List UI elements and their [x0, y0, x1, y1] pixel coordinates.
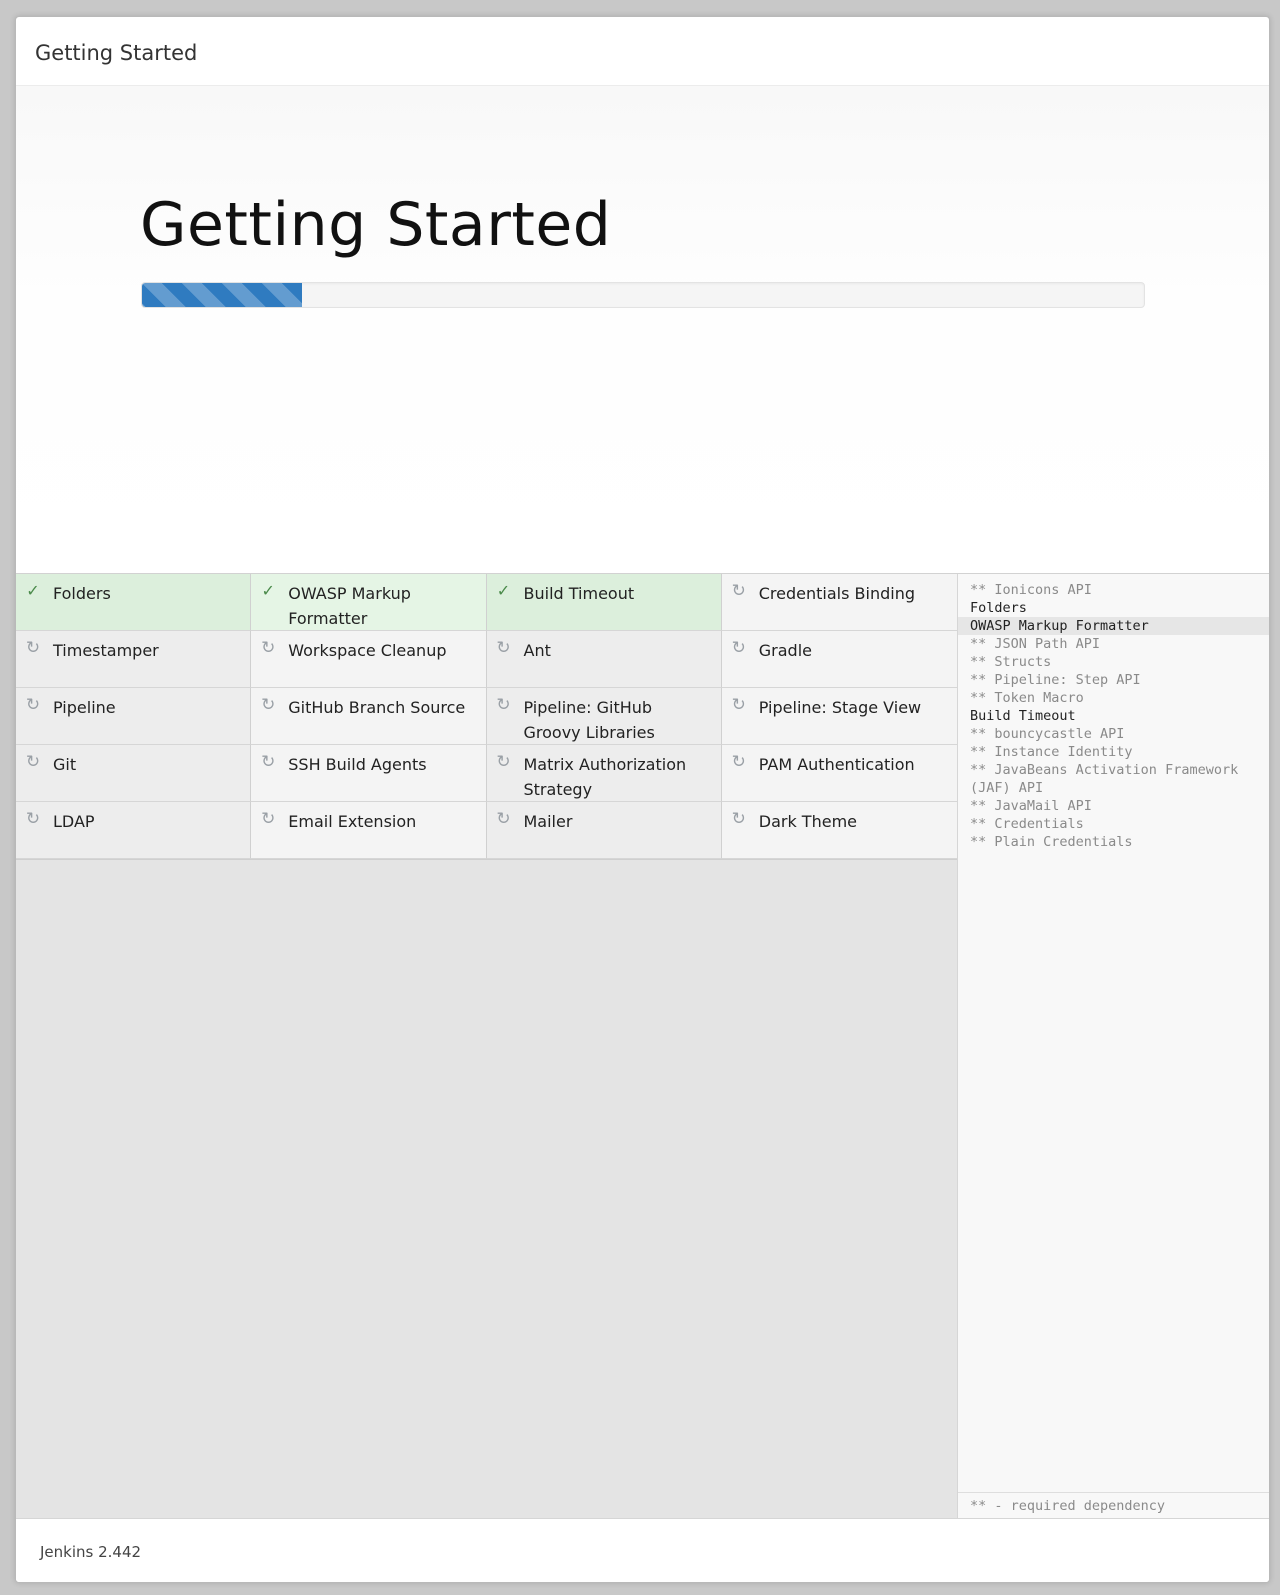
plugin-name: Pipeline: Stage View: [758, 698, 922, 717]
install-log-panel[interactable]: ** Ionicons API Folders OWASP Markup Forma…: [958, 574, 1269, 1519]
plugin-item: ↻ Email Extension: [251, 802, 487, 859]
check-icon: ✓: [26, 581, 40, 600]
install-log: ** Ionicons API Folders OWASP Markup Forma…: [958, 574, 1269, 851]
plugin-name: LDAP: [53, 812, 95, 831]
log-plugin-line: Build Timeout: [970, 708, 1076, 724]
refresh-icon: ↻: [731, 809, 746, 829]
refresh-icon: ↻: [25, 809, 41, 829]
plugin-name: Folders: [53, 584, 111, 603]
plugin-name: Ant: [523, 641, 551, 660]
log-dependency-line: ** JSON Path API: [970, 636, 1101, 652]
log-dependency-line: ** Credentials: [970, 816, 1084, 832]
log-plugin-line: OWASP Markup Formatter: [958, 617, 1269, 635]
check-icon: ✓: [496, 581, 511, 600]
setup-dialog: Getting Started Getting Started ✓ Folders…: [15, 16, 1270, 1583]
plugin-name: Matrix Authorization Strategy: [523, 755, 687, 799]
plugin-item: ↻ Pipeline: GitHub Groovy Libraries: [486, 688, 722, 745]
plugin-item: ✓ Folders: [16, 574, 252, 631]
plugin-item: ↻ Timestamper: [16, 631, 252, 688]
refresh-icon: ↻: [496, 695, 511, 715]
log-dependency-line: ** Ionicons API: [970, 582, 1092, 598]
refresh-icon: ↻: [261, 809, 276, 829]
install-progress-fill: [142, 283, 303, 307]
dialog-footer: Jenkins 2.442: [16, 1518, 1269, 1582]
plugin-item: ↻ SSH Build Agents: [251, 745, 487, 802]
log-dependency-line: ** JavaMail API: [970, 798, 1092, 814]
log-dependency-line: ** Token Macro: [970, 690, 1084, 706]
plugin-name: OWASP Markup Formatter: [288, 584, 411, 628]
plugin-item: ↻ Workspace Cleanup: [251, 631, 487, 688]
log-plugin-line: Folders: [970, 600, 1027, 616]
plugin-item: ↻ Gradle: [721, 631, 957, 688]
dialog-title: Getting Started: [35, 41, 198, 65]
plugin-name: Build Timeout: [523, 584, 635, 603]
log-dependency-line: ** Plain Credentials: [970, 834, 1133, 850]
log-dependency-line: ** Pipeline: Step API: [970, 672, 1141, 688]
plugin-item: ↻ PAM Authentication: [721, 745, 957, 802]
plugin-item: ↻ Matrix Authorization Strategy: [486, 745, 722, 802]
plugin-name: SSH Build Agents: [288, 755, 427, 774]
refresh-icon: ↻: [25, 638, 41, 658]
jenkins-version: Jenkins 2.442: [40, 1543, 142, 1561]
plugin-name: Workspace Cleanup: [288, 641, 447, 660]
log-dependency-line: ** Structs: [970, 654, 1052, 670]
plugin-item: ↻ GitHub Branch Source: [251, 688, 487, 745]
log-footnote: ** - required dependency: [958, 1492, 1269, 1519]
plugin-item: ✓ OWASP Markup Formatter: [251, 574, 487, 631]
plugin-list-panel: ✓ Folders ✓ OWASP Markup Formatter ✓ Build Ti…: [16, 574, 958, 1519]
plugin-name: Pipeline: [53, 698, 116, 717]
plugin-item: ↻ Pipeline: [16, 688, 252, 745]
plugin-item: ↻ Mailer: [486, 802, 722, 859]
page-title: Getting Started: [140, 190, 612, 260]
plugin-item: ↻ LDAP: [16, 802, 252, 859]
plugin-item: ↻ Credentials Binding: [721, 574, 957, 631]
plugin-name: Timestamper: [53, 641, 159, 660]
log-dependency-line: ** JavaBeans Activation Framework (JAF) …: [970, 762, 1247, 796]
refresh-icon: ↻: [731, 638, 746, 658]
refresh-icon: ↻: [731, 581, 746, 601]
plugin-name: Mailer: [523, 812, 573, 831]
plugin-item: ↻ Dark Theme: [721, 802, 957, 859]
dialog-header: Getting Started: [16, 17, 1269, 86]
plugin-name: Gradle: [758, 641, 812, 660]
plugin-item: ✓ Build Timeout: [486, 574, 722, 631]
refresh-icon: ↻: [261, 752, 276, 772]
plugin-name: Git: [53, 755, 77, 774]
log-dependency-line: ** Instance Identity: [970, 744, 1133, 760]
log-dependency-line: ** bouncycastle API: [970, 726, 1125, 742]
plugin-name: PAM Authentication: [758, 755, 915, 774]
plugin-grid: ✓ Folders ✓ OWASP Markup Formatter ✓ Build Ti…: [16, 574, 957, 860]
refresh-icon: ↻: [496, 809, 511, 829]
plugin-item: ↻ Git: [16, 745, 252, 802]
plugin-name: Pipeline: GitHub Groovy Libraries: [523, 698, 655, 742]
refresh-icon: ↻: [25, 695, 41, 715]
hero-section: Getting Started: [16, 86, 1269, 574]
refresh-icon: ↻: [496, 752, 511, 772]
check-icon: ✓: [261, 581, 275, 600]
refresh-icon: ↻: [261, 695, 276, 715]
refresh-icon: ↻: [25, 752, 41, 772]
refresh-icon: ↻: [261, 638, 276, 658]
plugin-name: Email Extension: [288, 812, 417, 831]
plugin-name: GitHub Branch Source: [288, 698, 466, 717]
install-progress-bar: [141, 282, 1145, 308]
plugin-item: ↻ Pipeline: Stage View: [721, 688, 957, 745]
plugin-item: ↻ Ant: [486, 631, 722, 688]
plugin-name: Dark Theme: [758, 812, 857, 831]
refresh-icon: ↻: [731, 695, 746, 715]
plugin-name: Credentials Binding: [758, 584, 915, 603]
refresh-icon: ↻: [731, 752, 746, 772]
refresh-icon: ↻: [496, 638, 511, 658]
